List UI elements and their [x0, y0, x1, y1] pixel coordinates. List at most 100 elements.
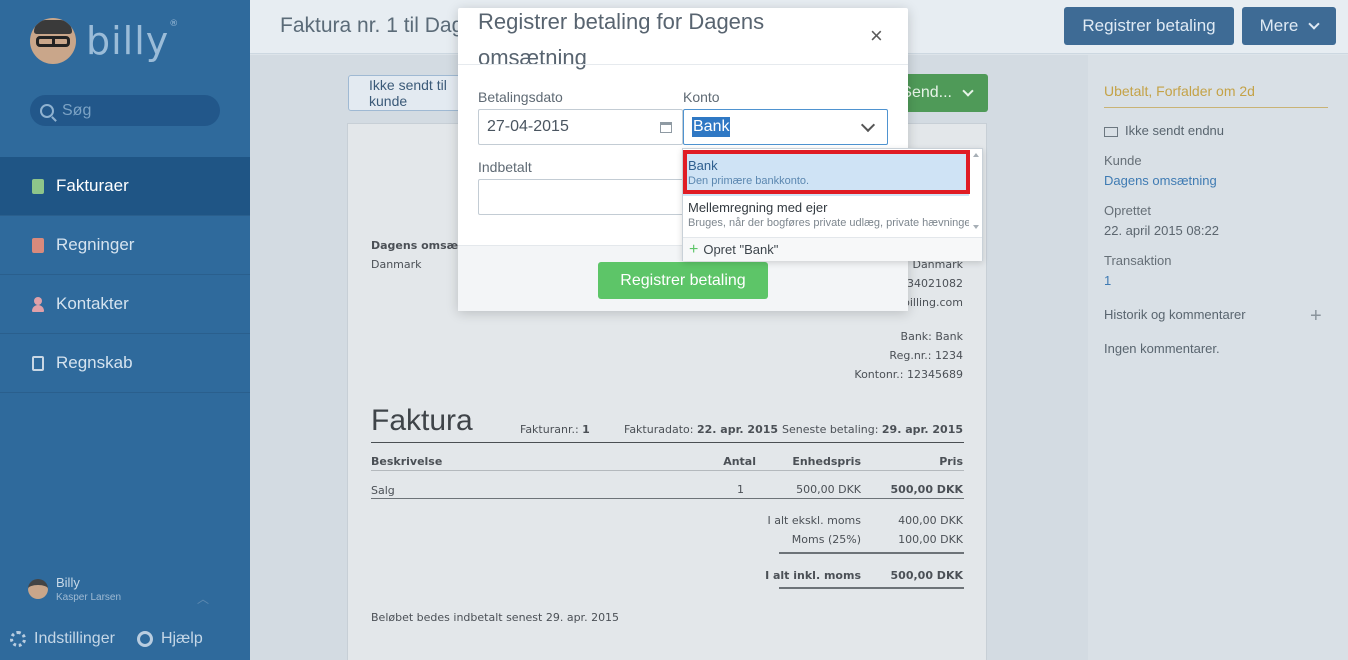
col-quantity: Antal	[723, 455, 756, 468]
sidebar-item-kontakter[interactable]: Kontakter	[0, 275, 250, 334]
sidebar: billy® Fakturaer Regninger Kontakter Reg…	[0, 0, 250, 660]
no-comments-text: Ingen kommentarer.	[1104, 341, 1220, 356]
brand-name: billy®	[86, 19, 180, 63]
sidebar-footer: Indstillinger Hjælp	[10, 630, 225, 648]
col-unit-price: Enhedspris	[792, 455, 861, 468]
date-label: Betalingsdato	[478, 89, 563, 105]
sidebar-item-regnskab[interactable]: Regnskab	[0, 334, 250, 393]
plus-icon: +	[689, 240, 699, 258]
account-input-value[interactable]: Bank	[692, 117, 731, 137]
customer-label: Kunde	[1104, 153, 1142, 168]
sidebar-item-regninger[interactable]: Regninger	[0, 216, 250, 275]
due-date: Seneste betaling: 29. apr. 2015	[782, 423, 963, 436]
option-title: Mellemregning med ejer	[688, 200, 828, 215]
send-button-label: Send...	[901, 84, 952, 101]
account-label: Konto	[683, 89, 720, 105]
col-description: Beskrivelse	[371, 455, 443, 468]
chevron-down-icon[interactable]	[860, 117, 876, 133]
date-value: 27-04-2015	[487, 118, 569, 135]
row-unit-price: 500,00 DKK	[796, 483, 861, 496]
sidebar-item-fakturaer[interactable]: Fakturaer	[0, 157, 250, 216]
chevron-up-icon[interactable]: ︿	[197, 590, 209, 607]
sender-cvr: 34021082	[907, 277, 963, 290]
scroll-up-icon[interactable]	[973, 153, 979, 157]
invoice-date: Fakturadato: 22. apr. 2015	[624, 423, 779, 436]
account-select[interactable]: Bank	[683, 109, 888, 145]
vat-value: 100,00 DKK	[898, 533, 963, 546]
settings-link[interactable]: Indstillinger	[10, 630, 115, 648]
col-price: Pris	[939, 455, 963, 468]
transaction-link[interactable]: 1	[1104, 273, 1171, 288]
contact-icon	[32, 296, 44, 312]
row-description: Salg	[371, 484, 395, 497]
scroll-down-icon[interactable]	[973, 225, 979, 229]
date-field[interactable]: 27-04-2015	[478, 109, 683, 145]
sidebar-nav: Fakturaer Regninger Kontakter Regnskab	[0, 157, 250, 393]
total-value: 500,00 DKK	[890, 569, 963, 582]
payment-note: Beløbet bedes indbetalt senest 29. apr. …	[371, 611, 620, 624]
sent-status: Ikke sendt endnu	[1104, 123, 1224, 138]
envelope-icon	[1104, 126, 1118, 137]
more-button[interactable]: Mere	[1242, 7, 1336, 45]
ledger-icon	[32, 355, 44, 371]
user-org: Kasper Larsen	[56, 592, 122, 603]
bank-account: Kontonr.: 12345689	[854, 368, 963, 381]
chevron-down-icon	[962, 84, 974, 97]
more-button-label: Mere	[1259, 16, 1299, 35]
created-label: Oprettet	[1104, 203, 1151, 218]
billy-mascot-icon	[30, 18, 76, 64]
invoice-icon	[32, 178, 44, 194]
modal-title: Registrer betaling for Dagens omsætning	[478, 9, 765, 70]
invoice-number: Fakturanr.: 1	[520, 423, 590, 436]
create-account-option[interactable]: + Opret "Bank"	[683, 237, 982, 261]
subtotal-value: 400,00 DKK	[898, 514, 963, 527]
account-option-mellemregning[interactable]: Mellemregning med ejer Bruges, når der b…	[683, 196, 969, 238]
row-price: 500,00 DKK	[890, 483, 963, 496]
sent-status-text: Ikke sendt endnu	[1125, 123, 1225, 138]
sidebar-item-label: Regnskab	[56, 353, 133, 372]
transaction-label: Transaktion	[1104, 253, 1172, 268]
sender-email: billing.com	[902, 296, 963, 309]
search-input[interactable]	[62, 101, 212, 120]
bill-icon	[32, 237, 44, 253]
subtotal-label: I alt ekskl. moms	[767, 514, 861, 527]
bank-name: Bank: Bank	[900, 330, 963, 343]
row-quantity: 1	[737, 483, 744, 496]
close-icon[interactable]: ×	[870, 23, 883, 49]
help-link[interactable]: Hjælp	[136, 630, 203, 648]
billy-logo[interactable]: billy®	[30, 18, 179, 64]
invoice-details-panel: Ubetalt, Forfalder om 2d Ikke sendt endn…	[1088, 55, 1348, 660]
status-badge: Ubetalt, Forfalder om 2d	[1104, 83, 1328, 108]
sidebar-item-label: Kontakter	[56, 294, 129, 313]
paid-label: Indbetalt	[478, 159, 532, 175]
calendar-icon[interactable]	[660, 122, 672, 133]
search-box[interactable]	[30, 95, 220, 126]
highlight-annotation	[683, 150, 970, 194]
settings-label: Indstillinger	[34, 630, 115, 647]
recipient-country: Danmark	[371, 258, 422, 271]
bank-reg: Reg.nr.: 1234	[889, 349, 963, 362]
dropdown-scrollbar[interactable]	[970, 151, 982, 239]
avatar	[28, 579, 48, 599]
history-heading: Historik og kommentarer	[1104, 307, 1246, 322]
customer-link[interactable]: Dagens omsætning	[1104, 173, 1217, 188]
transaction-field: Transaktion 1	[1104, 253, 1171, 288]
invoice-heading: Faktura	[371, 404, 473, 437]
chevron-down-icon	[1308, 17, 1321, 30]
user-name: Billy	[56, 575, 80, 590]
help-label: Hjælp	[160, 630, 203, 647]
register-payment-button[interactable]: Registrer betaling	[598, 262, 768, 299]
option-description: Bruges, når der bogføres private udlæg, …	[688, 217, 969, 229]
created-field: Oprettet 22. april 2015 08:22	[1104, 203, 1219, 238]
register-payment-header-button[interactable]: Registrer betaling	[1064, 7, 1234, 45]
total-label: I alt inkl. moms	[765, 569, 861, 582]
customer-field: Kunde Dagens omsætning	[1104, 153, 1217, 188]
create-account-label: Opret "Bank"	[703, 242, 779, 257]
created-value: 22. april 2015 08:22	[1104, 223, 1219, 238]
vat-label: Moms (25%)	[791, 533, 861, 546]
sidebar-item-label: Regninger	[56, 235, 135, 254]
lifebuoy-icon	[136, 631, 153, 647]
user-menu[interactable]: Billy Kasper Larsen	[28, 575, 121, 603]
add-comment-icon[interactable]: +	[1310, 305, 1322, 328]
gear-icon	[10, 631, 26, 647]
